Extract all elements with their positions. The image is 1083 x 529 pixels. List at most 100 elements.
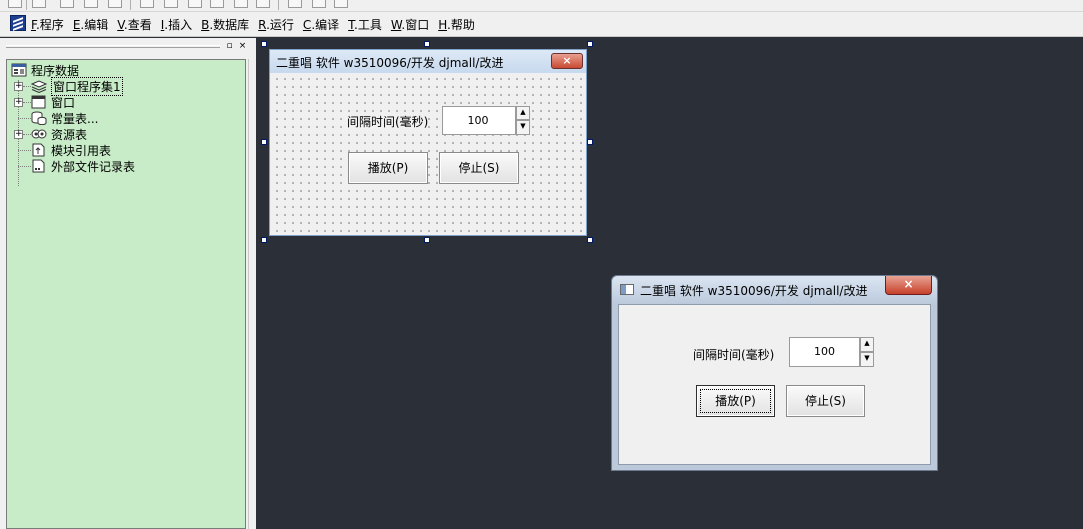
menu-insert[interactable]: I.插入: [161, 17, 192, 35]
resize-handle[interactable]: [261, 41, 267, 47]
window-icon: [31, 95, 47, 109]
toolbar-button[interactable]: [234, 0, 248, 8]
resource-icon: [31, 127, 47, 141]
tree-item-window[interactable]: 窗口: [31, 94, 75, 110]
panel-splitter[interactable]: [248, 59, 256, 529]
menu-edit[interactable]: E.编辑: [73, 17, 108, 35]
tree-item-label: 外部文件记录表: [51, 159, 136, 174]
spin-up-button[interactable]: ▲: [516, 106, 530, 120]
tree-item-resources[interactable]: 资源表: [31, 126, 87, 142]
toolbar-button[interactable]: [164, 0, 178, 8]
resize-handle[interactable]: [587, 237, 593, 243]
design-form-titlebar[interactable]: 二重唱 软件 w3510096/开发 djmall/改进 ×: [270, 50, 586, 73]
runtime-titlebar[interactable]: 二重唱 软件 w3510096/开发 djmall/改进 ×: [612, 276, 937, 303]
runtime-title: 二重唱 软件 w3510096/开发 djmall/改进: [640, 284, 868, 298]
menu-bar: F.程序 E.编辑 V.查看 I.插入 B.数据库 R.运行 C.编译 T.工具…: [0, 12, 1083, 37]
interval-spinbox[interactable]: 100: [789, 337, 860, 367]
interval-spinbox[interactable]: 100: [442, 106, 516, 135]
play-button[interactable]: 播放(P): [348, 152, 428, 184]
expand-toggle[interactable]: +: [14, 98, 23, 107]
panel-grip[interactable]: [6, 45, 220, 48]
tree-item-external-files[interactable]: 外部文件记录表: [31, 158, 135, 174]
cylinder-icon: [31, 111, 47, 126]
menu-window[interactable]: W.窗口: [391, 17, 429, 35]
design-form-close-button[interactable]: ×: [551, 53, 583, 69]
menu-program[interactable]: F.程序: [31, 17, 64, 35]
toolbar-separator: [26, 0, 27, 10]
menu-run[interactable]: R.运行: [258, 17, 294, 35]
toolbar: [0, 0, 1083, 12]
stop-button[interactable]: 停止(S): [786, 385, 865, 417]
runtime-close-button[interactable]: ×: [885, 276, 932, 295]
tree-connector: [23, 86, 31, 87]
resize-handle[interactable]: [424, 41, 430, 47]
menu-help[interactable]: H.帮助: [438, 17, 475, 35]
document-icon: [31, 159, 47, 173]
resize-handle[interactable]: [424, 237, 430, 243]
tree-connector: [18, 150, 31, 151]
resize-handle[interactable]: [261, 237, 267, 243]
expand-toggle[interactable]: +: [14, 130, 23, 139]
tree-connector: [18, 118, 31, 119]
interval-spin-buttons: ▲ ▼: [860, 337, 874, 367]
tree-connector: [23, 134, 31, 135]
focus-rectangle: [700, 389, 771, 413]
play-button[interactable]: 播放(P): [696, 385, 775, 417]
toolbar-button[interactable]: [8, 0, 22, 8]
toolbar-button[interactable]: [140, 0, 154, 8]
toolbar-button[interactable]: [60, 0, 74, 8]
interval-spin-buttons: ▲ ▼: [516, 106, 530, 135]
interval-value[interactable]: 100: [790, 338, 859, 366]
panel-close-button[interactable]: ×: [237, 41, 248, 52]
toolbar-button[interactable]: [32, 0, 46, 8]
tree-item-label: 窗口: [51, 95, 76, 110]
interval-value[interactable]: 100: [443, 107, 513, 134]
resize-handle[interactable]: [587, 41, 593, 47]
toolbar-button[interactable]: [312, 0, 326, 8]
resize-handle[interactable]: [587, 139, 593, 145]
interval-label: 间隔时间(毫秒): [693, 348, 775, 362]
tree-item-constants[interactable]: 常量表...: [31, 110, 98, 126]
toolbar-button[interactable]: [84, 0, 98, 8]
menu-items: F.程序 E.编辑 V.查看 I.插入 B.数据库 R.运行 C.编译 T.工具…: [31, 17, 484, 35]
spin-down-button[interactable]: ▼: [860, 352, 874, 367]
expand-toggle[interactable]: +: [14, 82, 23, 91]
project-tree[interactable]: 程序数据 + 窗口程序集1 + 窗口 常量表... + 资源表 模块引用表 外部…: [6, 59, 246, 529]
app-logo-icon: [10, 15, 26, 31]
toolbar-button[interactable]: [334, 0, 348, 8]
tree-item-label: 常量表...: [51, 111, 99, 126]
toolbar-button[interactable]: [108, 0, 122, 8]
tree-item-module-refs[interactable]: 模块引用表: [31, 142, 111, 158]
menu-view[interactable]: V.查看: [117, 17, 152, 35]
tree-connector: [23, 102, 31, 103]
toolbar-separator: [278, 0, 279, 10]
design-form-title: 二重唱 软件 w3510096/开发 djmall/改进: [276, 56, 504, 70]
toolbar-separator: [130, 0, 131, 10]
menu-database[interactable]: B.数据库: [201, 17, 249, 35]
project-panel: ▫ × 程序数据 + 窗口程序集1 + 窗口 常量表... + 资源表 模块引用…: [0, 38, 256, 529]
panel-pin-button[interactable]: ▫: [224, 41, 235, 52]
runtime-window[interactable]: 二重唱 软件 w3510096/开发 djmall/改进 × 间隔时间(毫秒) …: [611, 275, 938, 471]
interval-label[interactable]: 间隔时间(毫秒): [347, 113, 429, 130]
design-form[interactable]: 二重唱 软件 w3510096/开发 djmall/改进 × 间隔时间(毫秒) …: [269, 49, 587, 236]
tree-item-window-assembly[interactable]: 窗口程序集1: [30, 76, 123, 96]
resize-handle[interactable]: [261, 139, 267, 145]
panel-header: ▫ ×: [0, 38, 256, 56]
design-form-grid[interactable]: 间隔时间(毫秒) 100 ▲ ▼ 播放(P) 停止(S): [271, 73, 585, 235]
toolbar-button[interactable]: [288, 0, 302, 8]
layers-icon: [30, 79, 48, 94]
toolbar-button[interactable]: [188, 0, 202, 8]
runtime-client: 间隔时间(毫秒) 100 ▲ ▼ 播放(P) 停止(S): [618, 304, 931, 465]
document-icon: [31, 143, 47, 157]
tree-item-label: 资源表: [51, 127, 88, 142]
project-data-icon: [11, 63, 27, 77]
menu-compile[interactable]: C.编译: [303, 17, 339, 35]
toolbar-button[interactable]: [210, 0, 224, 8]
toolbar-button[interactable]: [256, 0, 270, 8]
spin-up-button[interactable]: ▲: [860, 337, 874, 352]
tree-connector: [18, 166, 31, 167]
window-icon: [620, 284, 634, 295]
spin-down-button[interactable]: ▼: [516, 120, 530, 135]
stop-button[interactable]: 停止(S): [439, 152, 519, 184]
menu-tools[interactable]: T.工具: [348, 17, 382, 35]
